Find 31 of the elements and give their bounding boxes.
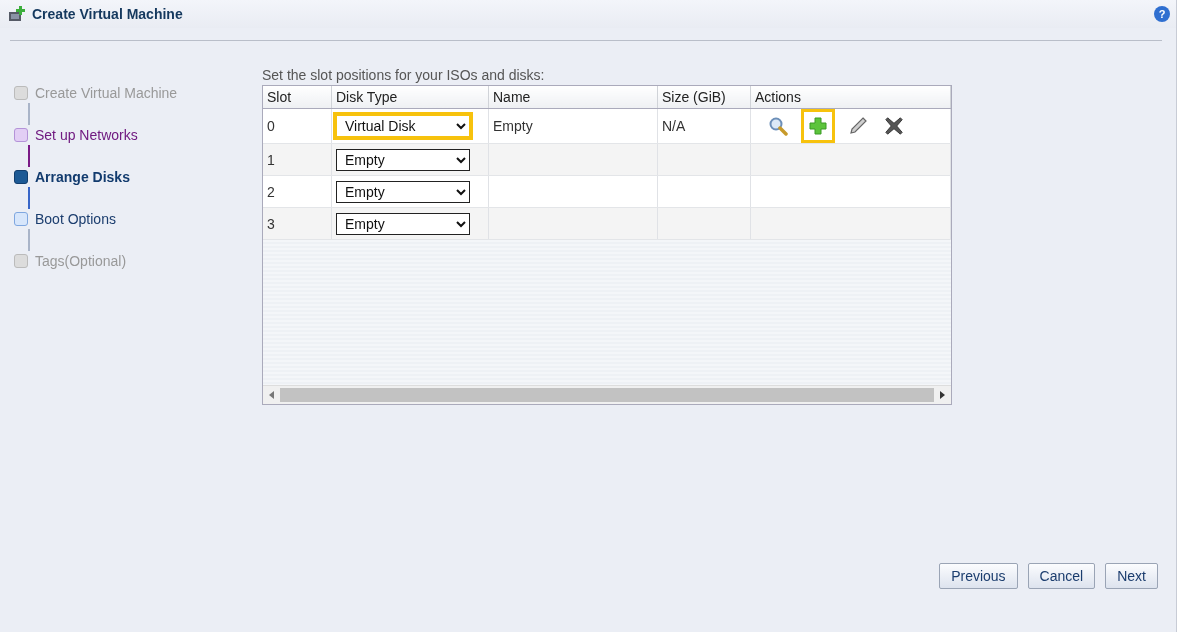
table-cell: 2 [263,175,332,208]
wizard-step[interactable]: Set up Networks [35,127,138,143]
disk-type-dropdown[interactable]: Virtual Disk [336,115,470,137]
plus-button[interactable] [801,109,835,143]
column-header: Disk Type [331,86,489,109]
search-icon [768,116,788,136]
column-header: Actions [750,86,951,109]
table-cell: Empty [488,108,658,144]
wizard-button[interactable]: Next [1105,563,1158,589]
table-cell: 0 [263,108,332,144]
column-header: Slot [263,86,332,109]
horizontal-scrollbar[interactable] [263,385,951,404]
x-icon [884,115,904,137]
wizard-step[interactable]: Boot Options [35,211,116,227]
table-cell: N/A [657,108,751,144]
column-header: Size (GiB) [657,86,751,109]
disk-type-dropdown[interactable]: Empty [336,212,470,235]
virtual-machine-add-icon [8,5,26,23]
disk-type-dropdown[interactable]: Empty [336,180,470,203]
table-cell: 3 [263,207,332,240]
disk-type-dropdown[interactable]: Empty [336,148,470,171]
wizard-button[interactable]: Cancel [1027,563,1096,589]
help-button[interactable]: ? [1154,6,1170,22]
pencil-icon [848,116,868,136]
wizard-button[interactable]: Previous [939,563,1018,589]
instruction-text: Set the slot positions for your ISOs and disks: [262,67,546,83]
table-cell: 1 [263,143,332,176]
column-header: Name [488,86,658,109]
window-title: Create Virtual Machine [32,6,184,22]
wizard-step[interactable]: Arrange Disks [35,169,130,185]
plus-icon [808,116,828,136]
